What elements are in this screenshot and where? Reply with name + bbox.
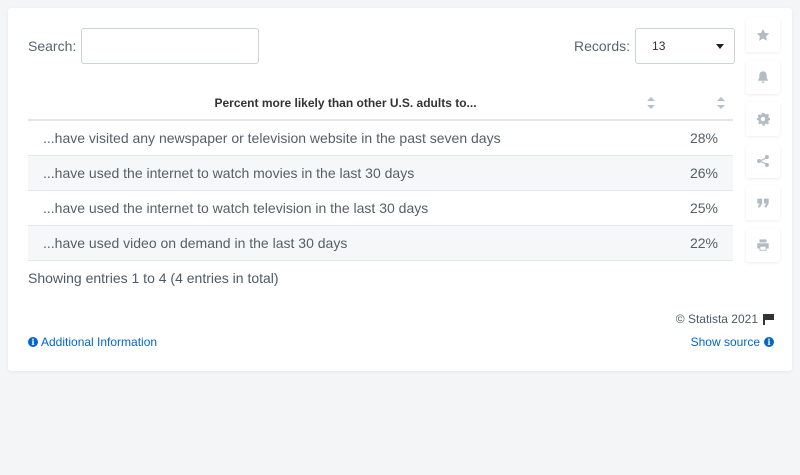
share-button[interactable] <box>746 144 780 178</box>
column-header-value[interactable] <box>663 86 733 121</box>
table-row: ...have used the internet to watch telev… <box>28 190 733 226</box>
additional-info-text: Additional Information <box>41 335 158 349</box>
favorite-button[interactable] <box>746 18 780 52</box>
bell-icon <box>758 71 768 84</box>
share-icon <box>757 155 769 167</box>
show-source-text: Show source <box>690 335 760 349</box>
notification-button[interactable] <box>746 60 780 94</box>
show-source-link[interactable]: Show source i <box>691 335 774 349</box>
records-selected-value: 13 <box>652 39 666 53</box>
table-row: ...have visited any newspaper or televis… <box>28 120 733 156</box>
flag-icon[interactable] <box>763 313 774 325</box>
table-header-row: Percent more likely than other U.S. adul… <box>28 86 733 121</box>
records-label: Records: <box>574 38 631 54</box>
column-header-label[interactable]: Percent more likely than other U.S. adul… <box>28 86 663 121</box>
table-row: ...have used the internet to watch movie… <box>28 155 733 191</box>
sort-icon <box>647 97 655 109</box>
quote-icon <box>757 198 769 208</box>
search-label: Search: <box>28 38 77 54</box>
row-label: ...have used the internet to watch telev… <box>28 190 663 226</box>
settings-button[interactable] <box>746 102 780 136</box>
data-table: Percent more likely than other U.S. adul… <box>28 86 733 261</box>
side-toolbar <box>746 18 780 270</box>
row-label: ...have visited any newspaper or televis… <box>28 120 663 156</box>
search-input[interactable] <box>81 28 260 64</box>
info-icon: i <box>764 337 774 347</box>
records-select[interactable]: 13 <box>635 28 736 64</box>
row-value: 28% <box>663 120 733 156</box>
row-value: 26% <box>663 155 733 191</box>
caret-down-icon <box>716 44 725 49</box>
row-value: 22% <box>663 225 733 261</box>
info-icon: i <box>28 337 38 347</box>
row-label: ...have used video on demand in the last… <box>28 225 663 261</box>
gear-icon <box>756 112 770 126</box>
star-icon <box>756 28 770 41</box>
cite-button[interactable] <box>746 186 780 220</box>
copyright: © Statista 2021 <box>676 312 774 326</box>
records-group: Records: 13 <box>574 28 736 64</box>
print-icon <box>757 239 769 251</box>
statistic-card: Search: Records: 13 Percent more likely … <box>8 8 792 371</box>
additional-info-link[interactable]: i Additional Information <box>28 335 157 349</box>
search-group: Search: <box>28 28 260 64</box>
entries-summary: Showing entries 1 to 4 (4 entries in tot… <box>28 270 279 286</box>
table-row: ...have used video on demand in the last… <box>28 225 733 261</box>
sort-icon <box>717 97 725 109</box>
column-header-label-text: Percent more likely than other U.S. adul… <box>214 95 477 110</box>
print-button[interactable] <box>746 228 780 262</box>
row-value: 25% <box>663 190 733 226</box>
row-label: ...have used the internet to watch movie… <box>28 155 663 191</box>
copyright-text: © Statista 2021 <box>675 312 758 326</box>
